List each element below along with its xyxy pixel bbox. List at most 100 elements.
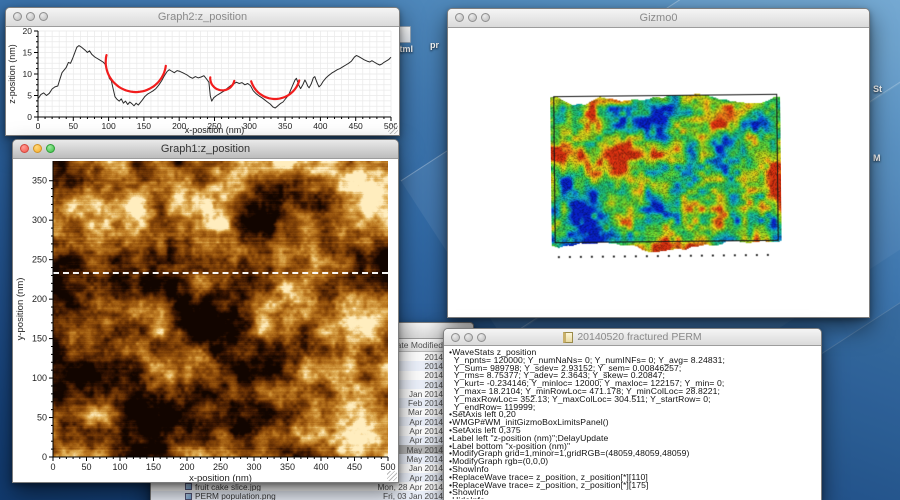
svg-text:15: 15: [23, 48, 33, 58]
desktop: html pr St M Date Modified 2014 2014 2014 2014…: [0, 0, 900, 500]
graph2-titlebar[interactable]: Graph2:z_position: [6, 8, 399, 27]
svg-text:z-position (nm): z-position (nm): [7, 44, 17, 104]
graph2-plot[interactable]: 05010015020025030035040045050005101520x-…: [6, 26, 398, 135]
gizmo-surface-canvas[interactable]: [550, 81, 782, 263]
image-file-icon: [185, 492, 192, 500]
svg-text:0: 0: [36, 121, 41, 131]
file-date: Apr 2014: [409, 435, 443, 446]
svg-text:250: 250: [32, 255, 47, 265]
zoom-button[interactable]: [46, 144, 55, 153]
zoom-button[interactable]: [481, 13, 490, 22]
resize-grip[interactable]: [387, 471, 397, 481]
svg-text:200: 200: [32, 294, 47, 304]
svg-text:50: 50: [81, 462, 91, 472]
svg-text:250: 250: [213, 462, 228, 472]
svg-text:300: 300: [243, 121, 257, 131]
window-graph2: Graph2:z_position 0 50 100 150 200 250 300 350 4…: [5, 7, 400, 136]
window-gizmo: Gizmo0: [447, 8, 870, 318]
window-title: Gizmo0: [639, 12, 678, 24]
file-date: Feb 2014: [407, 398, 443, 409]
command-history[interactable]: •WaveStats z_position Y_npnts= 120000; Y…: [444, 346, 821, 499]
minimize-button[interactable]: [26, 12, 35, 21]
svg-text:50: 50: [69, 121, 79, 131]
desktop-icon-St[interactable]: St: [873, 84, 882, 94]
svg-text:150: 150: [146, 462, 161, 472]
close-button[interactable]: [451, 333, 460, 342]
close-button[interactable]: [455, 13, 464, 22]
svg-text:100: 100: [112, 462, 127, 472]
file-date: Apr 2014: [409, 416, 443, 427]
window-title: 20140520 fractured PERM: [563, 331, 702, 343]
icon-label: pr: [430, 40, 439, 50]
file-date: Mar 2014: [407, 407, 443, 418]
file-date: 2014: [424, 360, 443, 371]
file-row[interactable]: PERM population.png Fri, 03 Jan 2014: [151, 491, 473, 500]
command-line: •ShowInfo: [449, 487, 489, 498]
svg-text:400: 400: [313, 462, 328, 472]
minimize-button[interactable]: [33, 144, 42, 153]
gizmo-titlebar[interactable]: Gizmo0: [448, 9, 869, 28]
file-date: Apr 2014: [409, 472, 443, 483]
window-graph1: Graph1:z_position 0 50 100 150 200 250 300 350 4…: [12, 139, 399, 483]
svg-text:y-position (nm): y-position (nm): [15, 278, 26, 341]
svg-text:150: 150: [137, 121, 151, 131]
svg-text:350: 350: [280, 462, 295, 472]
file-name: fruit cake slice.jpg: [185, 482, 261, 492]
svg-text:5: 5: [27, 91, 32, 101]
desktop-icon-pr[interactable]: pr: [430, 40, 439, 50]
close-button[interactable]: [13, 12, 22, 21]
svg-text:100: 100: [102, 121, 116, 131]
close-button[interactable]: [20, 144, 29, 153]
zoom-button[interactable]: [39, 12, 48, 21]
command-line: •ModifyGraph rgb=(0,0,0): [449, 456, 549, 467]
file-date: Fri, 03 Jan 2014: [383, 491, 443, 500]
svg-text:400: 400: [313, 121, 327, 131]
file-date: Jan 2014: [408, 388, 443, 399]
command-line: •HideInfo: [449, 496, 817, 499]
file-date: 2014: [424, 379, 443, 390]
resize-grip[interactable]: [388, 124, 398, 134]
file-name: PERM population.png: [185, 491, 276, 500]
command-line: •ReplaceWave trace= z_position, z_positi…: [449, 479, 649, 490]
graph1-titlebar[interactable]: Graph1:z_position: [13, 140, 398, 159]
command-titlebar[interactable]: 20140520 fractured PERM: [444, 329, 821, 346]
svg-text:100: 100: [32, 373, 47, 383]
notebook-icon: [563, 331, 574, 343]
file-date: May 2014: [406, 444, 443, 455]
svg-text:350: 350: [32, 176, 47, 186]
icon-label: St: [873, 84, 882, 94]
file-row[interactable]: fruit cake slice.jpg Mon, 28 Apr 2014: [151, 481, 473, 492]
zoom-button[interactable]: [477, 333, 486, 342]
file-date: Apr 2014: [409, 426, 443, 437]
svg-text:x-position (nm): x-position (nm): [189, 473, 252, 482]
file-date: 2014: [424, 370, 443, 381]
svg-text:0: 0: [42, 452, 47, 462]
svg-text:300: 300: [246, 462, 261, 472]
svg-text:450: 450: [349, 121, 363, 131]
svg-text:0: 0: [50, 462, 55, 472]
icon-label: M: [873, 153, 881, 163]
svg-text:0: 0: [27, 112, 32, 122]
minimize-button[interactable]: [464, 333, 473, 342]
file-date: May 2014: [406, 453, 443, 464]
svg-text:200: 200: [179, 462, 194, 472]
svg-text:300: 300: [32, 215, 47, 225]
svg-text:150: 150: [32, 334, 47, 344]
svg-text:x-position (nm): x-position (nm): [185, 125, 245, 135]
image-file-icon: [185, 483, 192, 491]
svg-text:50: 50: [37, 413, 47, 423]
window-title-text: 20140520 fractured PERM: [577, 331, 702, 343]
desktop-icon-M[interactable]: M: [873, 153, 881, 163]
svg-text:450: 450: [347, 462, 362, 472]
file-date: 2014: [424, 351, 443, 362]
svg-text:10: 10: [23, 69, 33, 79]
file-date: Jan 2014: [408, 463, 443, 474]
window-title: Graph2:z_position: [157, 11, 248, 23]
file-date: Mon, 28 Apr 2014: [377, 481, 444, 492]
window-command: 20140520 fractured PERM •WaveStats z_pos…: [443, 328, 822, 500]
graph1-axes: 0 50 100 150 200 250 300 350 400 450 5000501001502…: [15, 161, 396, 482]
svg-text:20: 20: [23, 27, 33, 36]
minimize-button[interactable]: [468, 13, 477, 22]
window-title: Graph1:z_position: [160, 143, 251, 155]
svg-text:350: 350: [278, 121, 292, 131]
